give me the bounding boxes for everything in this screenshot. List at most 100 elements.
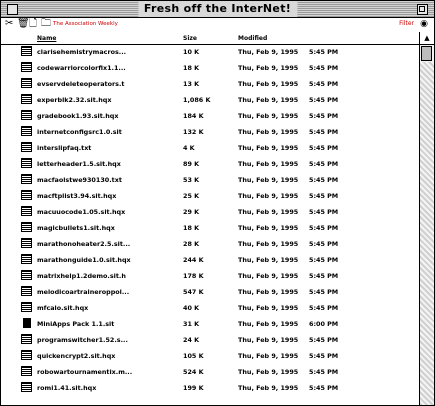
document-icon[interactable] <box>21 286 33 297</box>
file-time: 5:45 PM <box>309 128 339 136</box>
document-icon[interactable] <box>21 110 33 121</box>
file-row[interactable]: macuuocode1.05.sit.hqx 29 K Thu, Feb 9, 19… <box>1 205 419 220</box>
file-size: 547 K <box>183 288 204 296</box>
file-row[interactable]: marathonguide1.0.sit.hqx 244 K Thu, Feb 9,… <box>1 253 419 268</box>
file-date: Thu, Feb 9, 1995 <box>238 48 299 56</box>
document-icon[interactable] <box>21 142 33 153</box>
file-time: 5:45 PM <box>309 48 339 56</box>
application-icon[interactable] <box>21 318 33 329</box>
filter-icon[interactable]: ◉ <box>420 18 428 30</box>
file-name: internetconfigsrc1.0.sit <box>37 128 122 136</box>
file-size: 89 K <box>183 160 200 168</box>
file-date: Thu, Feb 9, 1995 <box>238 208 299 216</box>
document-icon[interactable] <box>21 78 33 89</box>
file-size: 28 K <box>183 240 200 248</box>
file-name: macuuocode1.05.sit.hqx <box>37 208 126 216</box>
document-icon[interactable] <box>21 222 33 233</box>
document-icon[interactable] <box>21 270 33 281</box>
file-date: Thu, Feb 9, 1995 <box>238 64 299 72</box>
scissors-icon[interactable]: ✂ <box>5 18 13 30</box>
file-size: 1,086 K <box>183 96 211 104</box>
file-date: Thu, Feb 9, 1995 <box>238 80 299 88</box>
file-name: matrixhelp1.2demo.sit.h <box>37 272 126 280</box>
file-date: Thu, Feb 9, 1995 <box>238 144 299 152</box>
file-name: evservdeleteoperators.t <box>37 80 125 88</box>
scroll-track[interactable] <box>420 62 434 405</box>
column-header: Name Size Modified <box>1 32 419 45</box>
file-row[interactable]: matrixhelp1.2demo.sit.h 178 K Thu, Feb 9, … <box>1 269 419 284</box>
file-row[interactable]: experblk2.32.sit.hqx 1,086 K Thu, Feb 9, 1… <box>1 93 419 108</box>
file-row[interactable]: robowartournamentix.m... 524 K Thu, Feb 9,… <box>1 365 419 380</box>
document-icon[interactable] <box>21 126 33 137</box>
filter-label[interactable]: Filter <box>399 19 414 29</box>
new-document-icon[interactable]: 🗋 <box>29 18 37 30</box>
file-row[interactable]: marathonoheater2.5.sit... 28 K Thu, Feb 9,… <box>1 237 419 252</box>
file-date: Thu, Feb 9, 1995 <box>238 128 299 136</box>
size-column-header[interactable]: Size <box>183 34 197 43</box>
file-size: 13 K <box>183 80 200 88</box>
document-icon[interactable] <box>21 302 33 313</box>
file-date: Thu, Feb 9, 1995 <box>238 288 299 296</box>
document-icon[interactable] <box>21 366 33 377</box>
file-row[interactable]: magicbullets1.sit.hqx 18 K Thu, Feb 9, 199… <box>1 221 419 236</box>
file-row[interactable]: MiniApps Pack 1.1.sit 31 K Thu, Feb 9, 199… <box>1 317 419 332</box>
file-row[interactable]: quickencrypt2.sit.hqx 105 K Thu, Feb 9, 19… <box>1 349 419 364</box>
file-row[interactable]: romi1.41.sit.hqx 199 K Thu, Feb 9, 1995 5:4… <box>1 381 419 396</box>
file-name: programswitcher1.52.s... <box>37 336 128 344</box>
file-row[interactable]: melodicoartraineroppol... 547 K Thu, Feb 9… <box>1 285 419 300</box>
trash-icon[interactable]: 🗑 <box>17 18 30 30</box>
document-icon[interactable] <box>21 382 33 393</box>
file-size: 524 K <box>183 368 204 376</box>
document-icon[interactable] <box>21 254 33 265</box>
file-date: Thu, Feb 9, 1995 <box>238 336 299 344</box>
document-icon[interactable] <box>21 174 33 185</box>
document-icon[interactable] <box>21 190 33 201</box>
file-row[interactable]: interslipfaq.txt 4 K Thu, Feb 9, 1995 5:45 … <box>1 141 419 156</box>
file-row[interactable]: mfcalo.sit.hqx 40 K Thu, Feb 9, 1995 5:45 P… <box>1 301 419 316</box>
file-date: Thu, Feb 9, 1995 <box>238 112 299 120</box>
file-time: 5:45 PM <box>309 208 339 216</box>
file-time: 5:45 PM <box>309 176 339 184</box>
file-name: magicbullets1.sit.hqx <box>37 224 115 232</box>
document-icon[interactable] <box>21 94 33 105</box>
vertical-scrollbar[interactable]: ▲ <box>419 32 434 405</box>
document-icon[interactable] <box>21 238 33 249</box>
file-date: Thu, Feb 9, 1995 <box>238 320 299 328</box>
file-row[interactable]: programswitcher1.52.s... 24 K Thu, Feb 9, … <box>1 333 419 348</box>
document-icon[interactable] <box>21 158 33 169</box>
folder-icon[interactable]: 🗀 <box>41 18 51 30</box>
close-box-icon[interactable] <box>7 4 18 15</box>
file-size: 132 K <box>183 128 204 136</box>
document-icon[interactable] <box>21 46 33 57</box>
file-name: macfaolstwe930130.txt <box>37 176 122 184</box>
file-row[interactable]: macftplist3.94.sit.hqx 25 K Thu, Feb 9, 19… <box>1 189 419 204</box>
file-size: 25 K <box>183 192 200 200</box>
file-row[interactable]: evservdeleteoperators.t 13 K Thu, Feb 9, 1… <box>1 77 419 92</box>
document-icon[interactable] <box>21 206 33 217</box>
file-row[interactable]: codewarriorcolorfix1.1... 18 K Thu, Feb 9,… <box>1 61 419 76</box>
file-name: quickencrypt2.sit.hqx <box>37 352 116 360</box>
document-icon[interactable] <box>21 334 33 345</box>
file-row[interactable]: letterheader1.5.sit.hqx 89 K Thu, Feb 9, 1… <box>1 157 419 172</box>
file-time: 5:45 PM <box>309 336 339 344</box>
document-icon[interactable] <box>21 62 33 73</box>
zoom-box-icon[interactable] <box>417 4 428 15</box>
title-bar[interactable]: Fresh off the InterNet! <box>1 1 434 18</box>
file-size: 178 K <box>183 272 204 280</box>
file-name: melodicoartraineroppol... <box>37 288 130 296</box>
modified-column-header[interactable]: Modified <box>238 34 267 43</box>
file-date: Thu, Feb 9, 1995 <box>238 384 299 392</box>
file-row[interactable]: gradebook1.93.sit.hqx 184 K Thu, Feb 9, 19… <box>1 109 419 124</box>
file-time: 5:45 PM <box>309 272 339 280</box>
scroll-up-arrow-icon[interactable]: ▲ <box>420 32 434 45</box>
scroll-thumb[interactable] <box>421 46 432 61</box>
file-time: 5:45 PM <box>309 384 339 392</box>
file-name: gradebook1.93.sit.hqx <box>37 112 119 120</box>
path-label[interactable]: The Association Weekly <box>53 19 118 29</box>
name-column-header[interactable]: Name <box>37 34 56 43</box>
file-name: marathonoheater2.5.sit... <box>37 240 131 248</box>
file-row[interactable]: clarisehemistrymacros... 10 K Thu, Feb 9, … <box>1 45 419 60</box>
file-row[interactable]: internetconfigsrc1.0.sit 132 K Thu, Feb 9,… <box>1 125 419 140</box>
file-row[interactable]: macfaolstwe930130.txt 53 K Thu, Feb 9, 199… <box>1 173 419 188</box>
document-icon[interactable] <box>21 350 33 361</box>
